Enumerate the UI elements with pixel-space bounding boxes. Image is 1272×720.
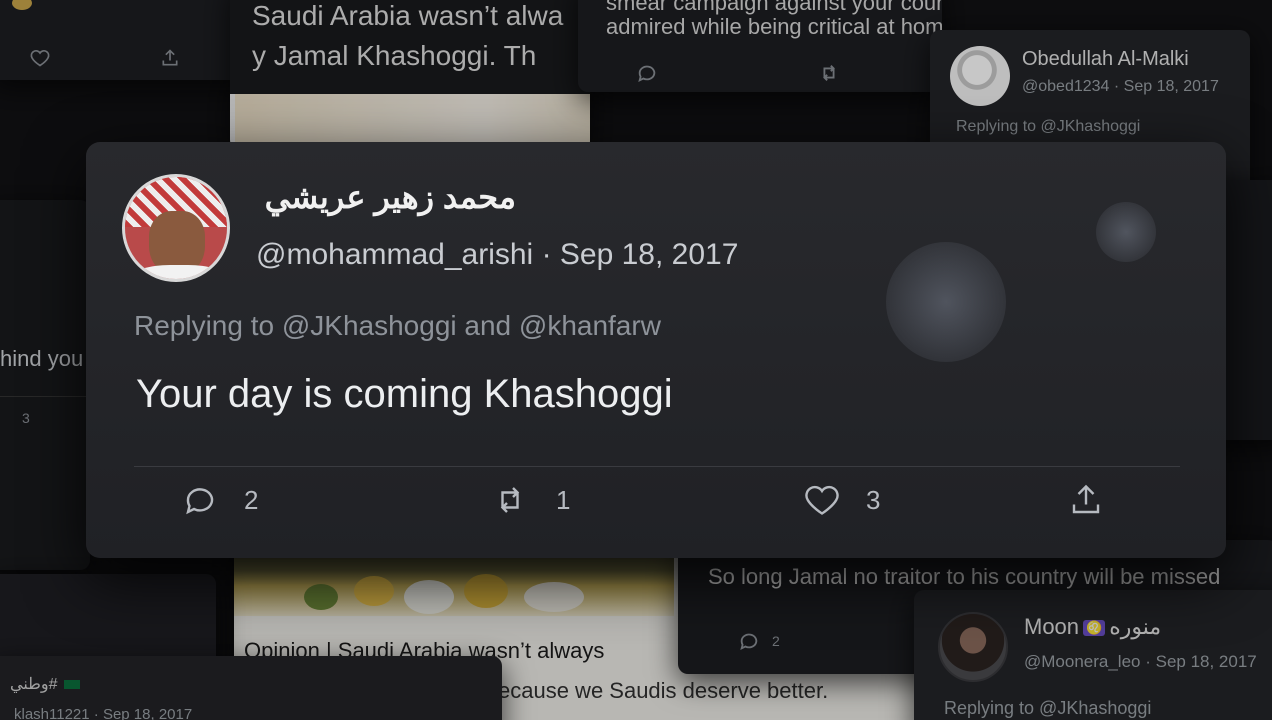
- display-name-latin: Moon: [1024, 614, 1080, 639]
- reply-icon[interactable]: [738, 630, 760, 652]
- tweet-date[interactable]: · Sep 18, 2017: [542, 238, 739, 271]
- tweet-text: hind you: [0, 346, 84, 371]
- handle[interactable]: @mohammad_arishi: [256, 238, 533, 271]
- article-line-1: Saudi Arabia wasn’t alwa: [252, 0, 564, 31]
- share-icon[interactable]: [1068, 482, 1104, 518]
- display-name[interactable]: Moon ♌ منوره: [1024, 614, 1161, 640]
- tweet-card-top-left: [0, 0, 256, 80]
- display-name[interactable]: محمد زهير عريشي: [256, 178, 516, 216]
- retweet-icon[interactable]: [818, 62, 840, 84]
- heart-icon[interactable]: [30, 48, 50, 68]
- reply-count: 2: [772, 633, 780, 649]
- handle-and-date: klash11221 · Sep 18, 2017: [14, 706, 193, 720]
- reply-action[interactable]: 2: [182, 482, 258, 518]
- replying-to: Replying to @JKhashoggi and @khanfarw: [134, 310, 661, 341]
- avatar[interactable]: [938, 612, 1008, 682]
- replying-to: Replying to @JKhashoggi: [956, 118, 1141, 135]
- display-name[interactable]: وطني#: [10, 674, 80, 694]
- tweet-card-watani: وطني# klash11221 · Sep 18, 2017: [0, 656, 502, 720]
- flag-icon: [63, 680, 80, 690]
- like-action[interactable]: 3: [804, 482, 880, 518]
- article-subline: ecause we Saudis deserve better.: [498, 678, 829, 703]
- tweet-card-top-mid: smear campaign against your country. You…: [578, 0, 942, 92]
- divider: [0, 396, 90, 397]
- retweet-count: 1: [556, 484, 571, 515]
- share-action[interactable]: [1068, 482, 1104, 518]
- heart-icon[interactable]: [804, 482, 840, 518]
- display-name[interactable]: Obedullah Al-Malki: [1022, 48, 1189, 71]
- tweet-card-moon: Moon ♌ منوره @Moonera_leo · Sep 18, 2017 R…: [914, 590, 1272, 720]
- like-count: 3: [866, 484, 881, 515]
- tweet-card-main: محمد زهير عريشي @mohammad_arishi · Sep 1…: [86, 142, 1226, 558]
- leo-icon: ♌: [1083, 620, 1106, 637]
- reply-icon[interactable]: [636, 62, 658, 84]
- reply-count: 2: [244, 484, 259, 515]
- handle-and-date: @mohammad_arishi · Sep 18, 2017: [256, 238, 738, 272]
- lens-flare: [886, 242, 1006, 362]
- display-name-text: وطني#: [10, 676, 58, 693]
- tweet-text-line-2: admired while being critical at home: [606, 14, 942, 39]
- action-count: 3: [22, 410, 30, 426]
- share-icon[interactable]: [160, 48, 180, 68]
- lens-flare: [1096, 202, 1156, 262]
- retweet-action[interactable]: 1: [490, 482, 570, 518]
- article-card-top[interactable]: Saudi Arabia wasn’t alwa y Jamal Khashog…: [230, 0, 590, 150]
- emoji-icon: [12, 0, 32, 10]
- reply-icon[interactable]: [182, 482, 218, 518]
- replying-to: Replying to @JKhashoggi: [944, 698, 1152, 718]
- tweet-text: Your day is coming Khashoggi: [136, 372, 673, 416]
- tweet-text: So long Jamal no traitor to his country …: [708, 564, 1221, 589]
- avatar[interactable]: [122, 174, 230, 282]
- display-name-arabic: منوره: [1109, 614, 1162, 639]
- tweet-card-left: hind you 3: [0, 200, 90, 570]
- retweet-icon[interactable]: [490, 482, 530, 518]
- handle-and-date: @Moonera_leo · Sep 18, 2017: [1024, 652, 1257, 671]
- avatar[interactable]: [950, 46, 1010, 106]
- handle-and-date: @obed1234 · Sep 18, 2017: [1022, 78, 1219, 95]
- divider: [134, 466, 1180, 467]
- article-line-2: y Jamal Khashoggi. Th: [252, 40, 537, 71]
